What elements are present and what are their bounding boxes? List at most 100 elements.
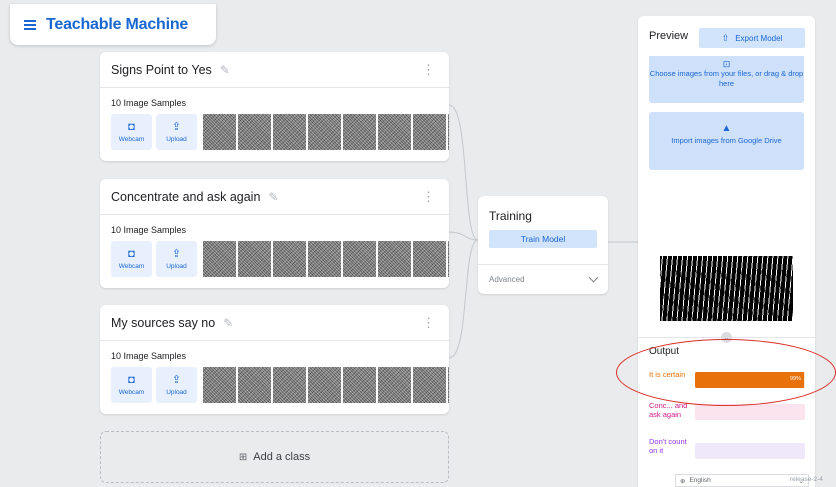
google-drive-import-button[interactable]: ▲ Import images from Google Drive <box>649 112 804 170</box>
plus-box-icon: ⊞ <box>238 451 248 463</box>
sample-thumbnail[interactable] <box>308 367 341 403</box>
sample-thumbnail[interactable] <box>238 367 271 403</box>
webcam-label: Webcam <box>118 389 145 396</box>
sample-thumbnail[interactable] <box>378 367 411 403</box>
confidence-bar <box>695 404 805 420</box>
preview-header: Preview ⇧ Export Model <box>638 16 815 56</box>
sample-thumbnail[interactable] <box>413 367 446 403</box>
video-camera-icon: ◘ <box>128 374 135 386</box>
drop-zone-text: Choose images from your files, or drag &… <box>649 69 804 88</box>
vertical-dots-icon[interactable]: ⋮ <box>422 63 435 76</box>
upload-label: Upload <box>166 263 187 270</box>
sample-thumbnail[interactable] <box>378 114 411 150</box>
preview-image <box>660 240 793 321</box>
export-icon: ⇧ <box>721 32 730 43</box>
google-drive-icon: ▲ <box>721 123 732 134</box>
sample-thumbnail[interactable] <box>238 241 271 277</box>
webcam-button[interactable]: ◘ Webcam <box>111 241 152 277</box>
chevron-down-icon <box>588 272 599 283</box>
globe-icon: ⊕ <box>680 477 686 485</box>
upload-icon: ⇪ <box>171 121 182 133</box>
sample-row: ◘ Webcam ⇪ Upload <box>111 367 449 403</box>
confidence-bar-fill <box>695 372 804 388</box>
pencil-icon[interactable]: ✎ <box>268 190 278 204</box>
file-drop-zone[interactable]: ⊡ Choose images from your files, or drag… <box>649 56 804 103</box>
class-card: Signs Point to Yes ✎ ⋮ 10 Image Samples … <box>100 52 449 161</box>
export-model-button[interactable]: ⇧ Export Model <box>699 28 805 48</box>
sample-thumbnails <box>203 114 449 150</box>
sample-thumbnail[interactable] <box>448 241 449 277</box>
export-model-label: Export Model <box>735 33 783 43</box>
preview-title: Preview <box>649 30 689 42</box>
sample-thumbnail[interactable] <box>203 367 236 403</box>
pencil-icon[interactable]: ✎ <box>220 63 230 77</box>
confidence-bar: 99% <box>695 372 805 388</box>
upload-icon: ⇪ <box>171 374 182 386</box>
sample-row: ◘ Webcam ⇪ Upload <box>111 241 449 277</box>
webcam-label: Webcam <box>118 136 145 143</box>
sample-thumbnails <box>203 367 449 403</box>
sample-row: ◘ Webcam ⇪ Upload <box>111 114 449 150</box>
release-version: release-2-4 <box>790 476 823 483</box>
output-class-label: Don't count on it <box>649 437 687 455</box>
class-name[interactable]: My sources say no <box>111 316 215 330</box>
sample-thumbnail[interactable] <box>413 241 446 277</box>
advanced-label: Advanced <box>489 275 525 284</box>
sample-thumbnail[interactable] <box>448 114 449 150</box>
train-model-button[interactable]: Train Model <box>489 230 597 248</box>
sample-thumbnail[interactable] <box>203 241 236 277</box>
class-card-header: Concentrate and ask again ✎ ⋮ <box>100 179 449 215</box>
webcam-label: Webcam <box>118 263 145 270</box>
class-card: Concentrate and ask again ✎ ⋮ 10 Image S… <box>100 179 449 288</box>
language-selector[interactable]: ⊕ English ⌄ <box>675 474 809 487</box>
sample-thumbnail[interactable] <box>378 241 411 277</box>
output-class-label: It is certain <box>649 370 686 379</box>
hamburger-menu-icon[interactable] <box>24 19 36 30</box>
vertical-dots-icon[interactable]: ⋮ <box>422 190 435 203</box>
video-camera-icon: ◘ <box>128 121 135 133</box>
sample-thumbnails <box>203 241 449 277</box>
upload-button[interactable]: ⇪ Upload <box>156 241 197 277</box>
samples-count: 10 Image Samples <box>111 351 187 361</box>
sample-thumbnail[interactable] <box>273 241 306 277</box>
advanced-toggle[interactable]: Advanced <box>478 264 608 294</box>
output-class-label: Conc... and ask again <box>649 401 688 419</box>
vertical-dots-icon[interactable]: ⋮ <box>422 316 435 329</box>
class-card-header: My sources say no ✎ ⋮ <box>100 305 449 341</box>
class-card: My sources say no ✎ ⋮ 10 Image Samples ◘… <box>100 305 449 414</box>
sample-thumbnail[interactable] <box>273 114 306 150</box>
drive-import-text: Import images from Google Drive <box>671 136 782 145</box>
output-label: Output <box>649 346 680 357</box>
sample-thumbnail[interactable] <box>413 114 446 150</box>
app-title[interactable]: Teachable Machine <box>46 16 188 34</box>
sample-thumbnail[interactable] <box>448 367 449 403</box>
webcam-button[interactable]: ◘ Webcam <box>111 114 152 150</box>
class-name[interactable]: Concentrate and ask again <box>111 190 260 204</box>
upload-icon: ⇪ <box>171 248 182 260</box>
sample-thumbnail[interactable] <box>238 114 271 150</box>
sample-thumbnail[interactable] <box>203 114 236 150</box>
samples-count: 10 Image Samples <box>111 225 187 235</box>
add-class-button[interactable]: ⊞ Add a class <box>100 431 449 483</box>
webcam-button[interactable]: ◘ Webcam <box>111 367 152 403</box>
sample-thumbnail[interactable] <box>343 367 376 403</box>
preview-panel: Preview ⇧ Export Model ⊡ Choose images f… <box>638 16 815 487</box>
chevron-down-icon[interactable]: ⌄ <box>721 332 732 343</box>
app-header: Teachable Machine <box>10 4 216 45</box>
confidence-bar <box>695 443 805 459</box>
sample-thumbnail[interactable] <box>343 241 376 277</box>
language-label: English <box>689 477 711 484</box>
class-name[interactable]: Signs Point to Yes <box>111 63 212 77</box>
upload-button[interactable]: ⇪ Upload <box>156 114 197 150</box>
add-class-label: Add a class <box>253 451 311 463</box>
sample-thumbnail[interactable] <box>308 241 341 277</box>
sample-thumbnail[interactable] <box>308 114 341 150</box>
training-card: Training Train Model Advanced <box>478 196 608 294</box>
confidence-percent: 99% <box>789 376 801 382</box>
sample-thumbnail[interactable] <box>273 367 306 403</box>
pencil-icon[interactable]: ✎ <box>223 316 233 330</box>
training-title: Training <box>489 209 532 223</box>
file-upload-icon: ⊡ <box>722 59 731 69</box>
sample-thumbnail[interactable] <box>343 114 376 150</box>
upload-button[interactable]: ⇪ Upload <box>156 367 197 403</box>
